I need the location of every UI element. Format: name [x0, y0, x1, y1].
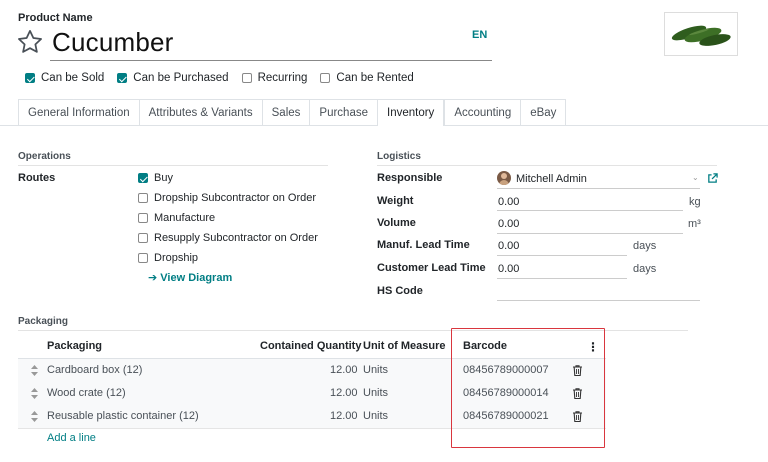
checkbox[interactable] — [320, 73, 331, 83]
route-resupply-subcontractor[interactable]: Resupply Subcontractor on Order — [138, 228, 318, 248]
checkbox[interactable] — [138, 233, 148, 243]
packaging-name[interactable]: Reusable plastic container (12) — [47, 410, 199, 422]
chevron-down-icon[interactable]: ⌄ — [692, 173, 699, 182]
flag-label: Can be Rented — [336, 72, 414, 84]
route-label: Resupply Subcontractor on Order — [154, 232, 318, 244]
operations-divider — [18, 165, 328, 166]
product-name-input[interactable]: Cucumber — [52, 27, 174, 58]
flag-recurring[interactable]: Recurring — [241, 72, 308, 84]
operations-title: Operations — [18, 151, 71, 162]
logistics-title: Logistics — [377, 151, 421, 162]
checkbox[interactable] — [138, 173, 148, 183]
checkbox[interactable] — [138, 193, 148, 203]
packaging-uom[interactable]: Units — [363, 410, 388, 422]
weight-input[interactable]: 0.00 — [498, 196, 519, 208]
barcode-column-highlight — [451, 328, 605, 448]
route-label: Buy — [154, 172, 173, 184]
packaging-name[interactable]: Cardboard box (12) — [47, 364, 142, 376]
customer-lead-time-label: Customer Lead Time — [377, 262, 486, 274]
flag-can-be-sold[interactable]: Can be Sold — [25, 72, 104, 84]
tab-attributes-variants[interactable]: Attributes & Variants — [138, 99, 262, 125]
tab-ebay[interactable]: eBay — [520, 99, 567, 125]
sort-handle-icon[interactable] — [31, 365, 38, 376]
manuf-unit: days — [633, 240, 657, 252]
tab-sales[interactable]: Sales — [261, 99, 310, 125]
language-button[interactable]: EN — [472, 29, 487, 41]
volume-label: Volume — [377, 217, 416, 229]
manuf-lead-time-label: Manuf. Lead Time — [377, 239, 470, 251]
notebook-tabs: General Information Attributes & Variant… — [18, 99, 567, 126]
packaging-name[interactable]: Wood crate (12) — [47, 387, 126, 399]
flag-can-be-rented[interactable]: Can be Rented — [320, 72, 414, 84]
manuf-underline — [497, 255, 627, 256]
checkbox[interactable] — [138, 213, 148, 223]
col-packaging[interactable]: Packaging — [47, 340, 102, 352]
hs-code-underline — [497, 300, 700, 301]
flag-label: Recurring — [257, 72, 308, 84]
volume-unit: m³ — [688, 218, 701, 230]
responsible-underline — [497, 188, 700, 189]
view-diagram-label: View Diagram — [160, 272, 233, 284]
name-underline — [50, 60, 492, 61]
customer-lead-time-input[interactable]: 0.00 — [498, 263, 519, 275]
route-label: Manufacture — [154, 212, 216, 224]
route-label: Dropship — [154, 252, 199, 264]
flag-label: Can be Sold — [41, 72, 105, 84]
route-dropship-subcontractor[interactable]: Dropship Subcontractor on Order — [138, 188, 316, 208]
arrow-right-icon: ➔ — [148, 272, 158, 284]
packaging-uom[interactable]: Units — [363, 364, 388, 376]
tab-inventory[interactable]: Inventory — [377, 99, 445, 126]
col-contained-quantity[interactable]: Contained Quantity — [260, 340, 361, 352]
product-image[interactable] — [664, 12, 738, 56]
weight-underline — [497, 210, 683, 211]
route-manufacture[interactable]: Manufacture — [138, 208, 215, 228]
star-icon[interactable] — [16, 28, 44, 56]
volume-input[interactable]: 0.00 — [498, 218, 519, 230]
packaging-qty[interactable]: 12.00 — [330, 364, 358, 376]
packaging-uom[interactable]: Units — [363, 387, 388, 399]
checkbox[interactable] — [241, 73, 252, 83]
checkbox[interactable] — [138, 253, 148, 263]
responsible-value[interactable]: Mitchell Admin — [516, 173, 587, 185]
flag-can-be-purchased[interactable]: Can be Purchased — [117, 72, 229, 84]
tab-general-information[interactable]: General Information — [18, 99, 139, 125]
view-diagram-link[interactable]: ➔ View Diagram — [148, 271, 232, 284]
flag-label: Can be Purchased — [133, 72, 229, 84]
route-label: Dropship Subcontractor on Order — [154, 192, 317, 204]
responsible-label: Responsible — [377, 172, 443, 184]
logistics-divider — [377, 165, 717, 166]
weight-unit: kg — [689, 196, 701, 208]
col-unit-of-measure[interactable]: Unit of Measure — [363, 340, 446, 352]
product-flags: Can be Sold Can be Purchased Recurring C… — [25, 72, 427, 84]
routes-label: Routes — [18, 172, 56, 184]
customer-underline — [497, 278, 627, 279]
checkbox[interactable] — [117, 73, 128, 83]
avatar — [497, 171, 511, 185]
weight-label: Weight — [377, 195, 414, 207]
packaging-qty[interactable]: 12.00 — [330, 387, 358, 399]
product-name-label: Product Name — [18, 12, 93, 24]
tab-purchase[interactable]: Purchase — [309, 99, 377, 125]
packaging-title: Packaging — [18, 316, 69, 327]
cucumber-photo-icon — [671, 25, 731, 46]
customer-unit: days — [633, 263, 657, 275]
volume-underline — [497, 233, 683, 234]
hs-code-label: HS Code — [377, 285, 423, 297]
manuf-lead-time-input[interactable]: 0.00 — [498, 240, 519, 252]
sort-handle-icon[interactable] — [31, 388, 38, 399]
packaging-qty[interactable]: 12.00 — [330, 410, 358, 422]
route-buy[interactable]: Buy — [138, 168, 173, 188]
checkbox[interactable] — [25, 73, 35, 83]
route-dropship[interactable]: Dropship — [138, 248, 198, 268]
external-link-icon[interactable] — [707, 173, 718, 184]
sort-handle-icon[interactable] — [31, 411, 38, 422]
add-line-link[interactable]: Add a line — [47, 432, 96, 444]
tab-accounting[interactable]: Accounting — [444, 99, 521, 125]
